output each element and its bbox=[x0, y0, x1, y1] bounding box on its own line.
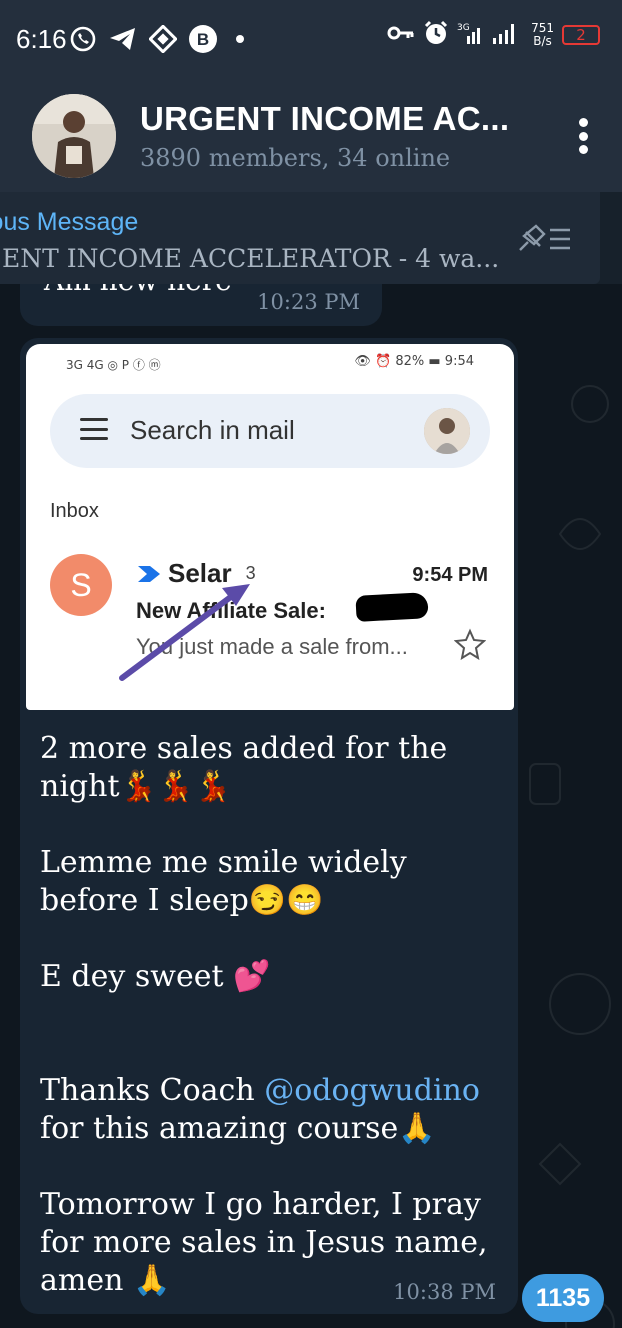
email-snippet: You just made a sale from... bbox=[136, 634, 408, 659]
unpin-list-icon[interactable] bbox=[518, 222, 574, 256]
kebab-menu-icon[interactable] bbox=[578, 118, 588, 154]
member-count: 3890 members, 34 online bbox=[140, 144, 451, 172]
sender-avatar: S bbox=[50, 554, 112, 616]
sender-name: Selar bbox=[168, 558, 232, 588]
svg-text:B: B bbox=[197, 30, 209, 49]
email-sender: Selar 3 bbox=[136, 558, 256, 589]
previous-message[interactable]: Am new here 10:23 PM bbox=[20, 284, 382, 326]
battery-icon: 2 bbox=[562, 25, 600, 45]
speed-unit: B/s bbox=[533, 34, 552, 48]
message-text: 2 more sales added for the night💃💃💃 Lemm… bbox=[40, 730, 510, 1300]
alarm-icon bbox=[423, 20, 449, 50]
previous-message-time: 10:23 PM bbox=[257, 290, 360, 314]
previous-message-text: Am new here bbox=[44, 284, 232, 297]
status-time: 6:16 bbox=[16, 24, 67, 54]
chat-area[interactable]: Am new here 10:23 PM 3G 4G ◎ P ⓕ ⓜ 👁 ⏰ 8… bbox=[0, 284, 622, 1328]
signal-icon: 3G bbox=[457, 20, 523, 50]
svg-text:3G: 3G bbox=[457, 23, 470, 33]
chat-header[interactable]: URGENT INCOME AC... 3890 members, 34 onl… bbox=[0, 82, 622, 192]
attached-screenshot[interactable]: 3G 4G ◎ P ⓕ ⓜ 👁 ⏰ 82% ▬ 9:54 Search in m… bbox=[26, 344, 514, 710]
email-time: 9:54 PM bbox=[412, 564, 488, 586]
redaction-mark bbox=[355, 592, 429, 622]
telegram-icon bbox=[108, 24, 138, 54]
star-icon bbox=[454, 628, 486, 660]
message-part-2: for this amazing course🙏 Tomorrow I go h… bbox=[40, 1111, 488, 1298]
battery-level: 2 bbox=[576, 26, 586, 44]
thread-count: 3 bbox=[245, 563, 256, 583]
network-speed: 751 B/s bbox=[531, 22, 554, 48]
mail-profile-avatar bbox=[424, 408, 470, 454]
b-icon: B bbox=[188, 24, 218, 54]
message-bubble[interactable]: 3G 4G ◎ P ⓕ ⓜ 👁 ⏰ 82% ▬ 9:54 Search in m… bbox=[20, 338, 518, 1314]
menu-icon bbox=[80, 418, 108, 440]
group-avatar[interactable] bbox=[32, 94, 116, 178]
chat-title[interactable]: URGENT INCOME AC... bbox=[140, 100, 509, 138]
key-icon bbox=[387, 23, 415, 47]
more-notifications-dot bbox=[236, 35, 244, 43]
inbox-label: Inbox bbox=[50, 500, 99, 522]
whatsapp-icon bbox=[68, 24, 98, 54]
pinned-label: ious Message bbox=[0, 208, 139, 236]
inner-status-left: 3G 4G ◎ P ⓕ ⓜ bbox=[66, 358, 161, 372]
pinned-text: GENT INCOME ACCELERATOR - 4 wa... bbox=[0, 244, 500, 273]
mail-search-placeholder: Search in mail bbox=[130, 415, 295, 445]
inner-status-right: 👁 ⏰ 82% ▬ 9:54 bbox=[354, 354, 474, 369]
mail-search-bar: Search in mail bbox=[50, 394, 490, 468]
binance-icon bbox=[148, 24, 178, 54]
notification-icons: B bbox=[68, 24, 244, 54]
selar-chevron-icon bbox=[138, 565, 160, 582]
speed-value: 751 bbox=[531, 21, 554, 35]
message-time: 10:38 PM bbox=[393, 1280, 496, 1304]
email-subject: New Affiliate Sale: bbox=[136, 598, 326, 623]
message-part-1: 2 more sales added for the night💃💃💃 Lemm… bbox=[40, 731, 448, 1108]
mention-link[interactable]: @odogwudino bbox=[264, 1073, 480, 1108]
unread-count-badge[interactable]: 1135 bbox=[522, 1274, 604, 1322]
system-icons: 3G 751 B/s 2 bbox=[387, 20, 600, 50]
status-bar: 6:16 B 3G 751 B/s 2 bbox=[0, 0, 622, 82]
pinned-message[interactable]: ious Message GENT INCOME ACCELERATOR - 4… bbox=[0, 192, 600, 284]
